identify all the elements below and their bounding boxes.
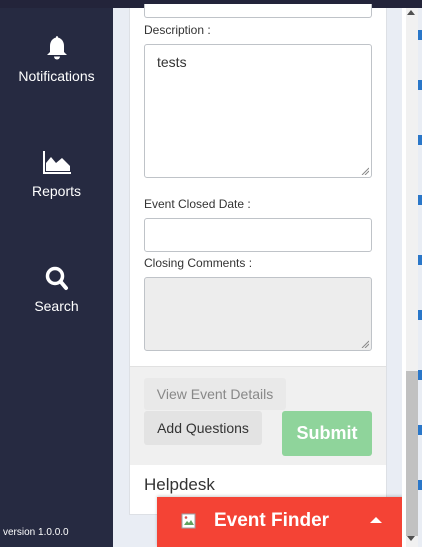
- resize-grip-icon[interactable]: [361, 167, 369, 175]
- submit-button[interactable]: Submit: [282, 411, 372, 456]
- edge-marker: [418, 195, 422, 205]
- bell-icon: [42, 34, 72, 62]
- event-finder-label: Event Finder: [214, 510, 330, 531]
- sidebar-item-search[interactable]: Search: [0, 264, 113, 314]
- helpdesk-heading: Helpdesk: [144, 475, 215, 494]
- add-questions-button[interactable]: Add Questions: [144, 411, 262, 445]
- sidebar-item-label: Reports: [31, 183, 82, 199]
- scrollbar-thumb[interactable]: [406, 371, 418, 536]
- edge-marker: [418, 80, 422, 90]
- sidebar-item-reports[interactable]: Reports: [0, 149, 113, 199]
- description-label: Description :: [144, 23, 211, 37]
- scroll-down-icon[interactable]: [407, 536, 415, 541]
- event-closed-date-input[interactable]: [144, 218, 372, 252]
- view-event-details-button[interactable]: View Event Details: [144, 378, 286, 410]
- edge-marker: [418, 425, 422, 435]
- edge-marker: [418, 310, 422, 320]
- edge-marker: [418, 370, 422, 380]
- edge-marker: [418, 255, 422, 265]
- description-textarea[interactable]: tests: [144, 44, 372, 178]
- closing-comments-textarea[interactable]: [144, 277, 372, 351]
- search-icon: [42, 264, 72, 292]
- event-finder-toggle[interactable]: Event Finder: [157, 497, 411, 547]
- area-chart-icon: [42, 149, 72, 177]
- description-value: tests: [157, 54, 187, 70]
- event-closed-date-label: Event Closed Date :: [144, 197, 251, 211]
- version-label: version 1.0.0.0: [3, 527, 69, 538]
- resize-grip-icon[interactable]: [361, 340, 369, 348]
- sidebar: Notifications Reports Search version 1.0…: [0, 8, 113, 547]
- edge-marker: [418, 135, 422, 145]
- previous-field-input[interactable]: [144, 4, 372, 18]
- edge-marker: [418, 30, 422, 40]
- scroll-up-icon[interactable]: [407, 10, 415, 15]
- edge-marker: [418, 480, 422, 490]
- sidebar-item-notifications[interactable]: Notifications: [0, 34, 113, 84]
- closing-comments-label: Closing Comments :: [144, 256, 253, 270]
- sidebar-item-label: Notifications: [18, 68, 95, 84]
- caret-up-icon: [370, 517, 382, 523]
- broken-image-icon: [181, 513, 196, 529]
- sidebar-item-label: Search: [34, 298, 79, 314]
